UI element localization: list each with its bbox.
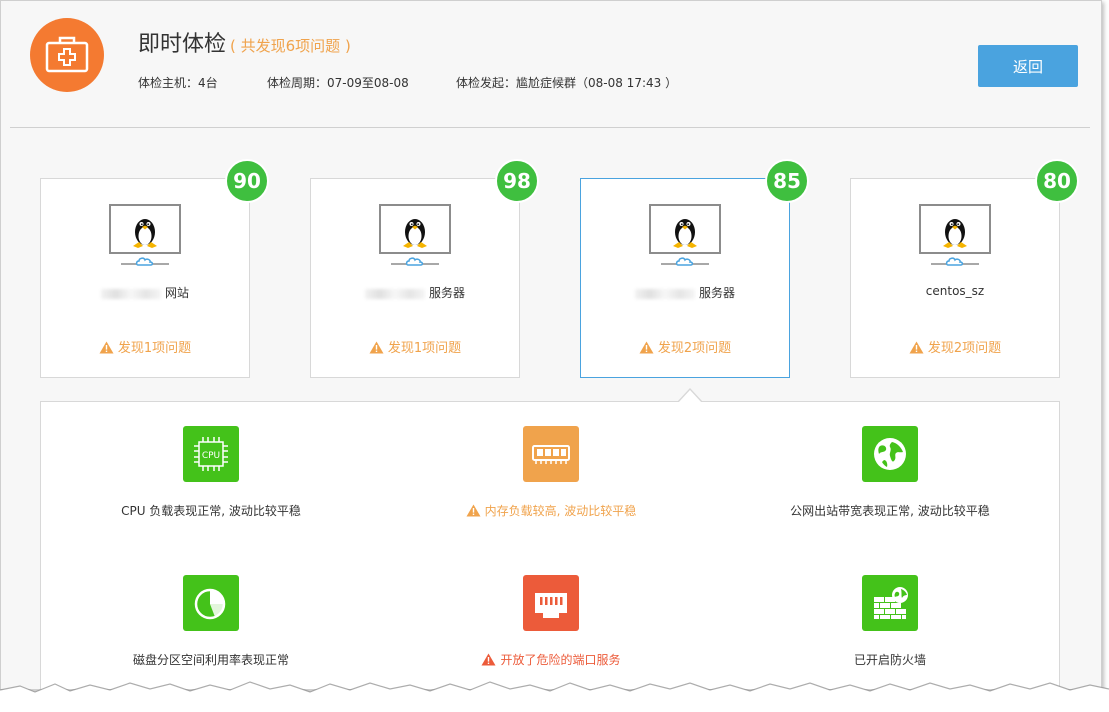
cpu-icon: CPU: [183, 426, 239, 482]
firewall-icon: [862, 575, 918, 631]
check-item-disk: 磁盘分区空间利用率表现正常: [61, 575, 361, 668]
torn-edge-decoration: [0, 681, 1109, 712]
linux-host-icon: [379, 204, 451, 274]
check-text-value: 开放了危险的端口服务: [500, 653, 621, 667]
network-port-icon: [523, 575, 579, 631]
header-divider: [10, 127, 1090, 128]
redacted-text: [364, 288, 425, 299]
check-text: 开放了危险的端口服务: [401, 651, 701, 669]
check-item-memory: 内存负载较高, 波动比较平稳: [401, 426, 701, 520]
pie-chart-icon: [183, 575, 239, 631]
host-name: centos_sz: [851, 284, 1059, 298]
cpu-chip-text: CPU: [202, 451, 220, 461]
check-item-cpu: CPU CPU 负载表现正常, 波动比较平稳: [61, 426, 361, 519]
host-card[interactable]: 98 服务器 发现1项问题: [310, 159, 539, 378]
check-item-firewall: 已开启防火墙: [740, 575, 1040, 668]
host-name: 服务器: [311, 284, 519, 301]
host-name-text: centos_sz: [925, 284, 985, 298]
host-issue-text: 发现1项问题: [387, 341, 462, 356]
redacted-text: [634, 288, 695, 299]
globe-icon: [862, 426, 918, 482]
warning-icon: [466, 504, 481, 520]
host-name-text: 服务器: [428, 286, 465, 300]
host-issue-count: 发现1项问题: [311, 337, 519, 358]
score-badge: 98: [495, 159, 539, 203]
check-text: 公网出站带宽表现正常, 波动比较平稳: [790, 504, 990, 518]
check-text: CPU 负载表现正常, 波动比较平稳: [121, 504, 301, 518]
score-badge: 85: [765, 159, 809, 203]
host-name: 服务器: [581, 284, 789, 301]
host-issue-count: 发现2项问题: [581, 337, 789, 358]
score-badge: 90: [225, 159, 269, 203]
selection-pointer-inner: [678, 390, 702, 403]
page-title-text: 即时体检: [138, 32, 227, 57]
host-name: 网站: [41, 284, 249, 301]
danger-icon: [481, 653, 496, 669]
host-card[interactable]: 90 网站 发现1项问题: [40, 159, 269, 378]
check-text: 磁盘分区空间利用率表现正常: [132, 653, 289, 667]
warning-icon: [369, 341, 384, 358]
health-check-window: 即时体检( 共发现6项问题 ) 体检主机：4台 体检周期：07-09至08-08…: [0, 0, 1102, 690]
check-item-bandwidth: 公网出站带宽表现正常, 波动比较平稳: [740, 426, 1040, 519]
host-card-selected[interactable]: 85 服务器 发现2项问题: [580, 159, 809, 378]
host-name-text: 网站: [164, 286, 189, 300]
back-button[interactable]: 返回: [978, 45, 1078, 87]
hosts-count-meta: 体检主机：4台: [138, 76, 218, 90]
initiator-meta: 体检发起：尴尬症候群（08-08 17:43 ）: [456, 76, 678, 90]
host-name-text: 服务器: [698, 286, 735, 300]
linux-host-icon: [109, 204, 181, 274]
host-issue-text: 发现2项问题: [927, 341, 1002, 356]
issue-summary: ( 共发现6项问题 ): [230, 37, 351, 55]
check-item-ports: 开放了危险的端口服务: [401, 575, 701, 669]
warning-icon: [639, 341, 654, 358]
check-detail-panel: CPU CPU 负载表现正常, 波动比较平稳 内存负载较高, 波动比较平稳 公网…: [40, 401, 1060, 689]
host-card[interactable]: 80 centos_sz 发现2项问题: [850, 159, 1079, 378]
linux-host-icon: [649, 204, 721, 274]
medical-kit-icon: [30, 18, 104, 92]
check-period-meta: 体检周期：07-09至08-08: [267, 76, 409, 90]
linux-host-icon: [919, 204, 991, 274]
memory-icon: [523, 426, 579, 482]
page-title: 即时体检( 共发现6项问题 ): [138, 26, 351, 58]
host-issue-count: 发现2项问题: [851, 337, 1059, 358]
host-issue-text: 发现2项问题: [657, 341, 732, 356]
check-text-value: 内存负载较高, 波动比较平稳: [484, 504, 637, 518]
warning-icon: [99, 341, 114, 358]
host-issue-text: 发现1项问题: [117, 341, 192, 356]
host-issue-count: 发现1项问题: [41, 337, 249, 358]
check-text: 内存负载较高, 波动比较平稳: [401, 502, 701, 520]
redacted-text: [100, 288, 161, 299]
score-badge: 80: [1035, 159, 1079, 203]
check-text: 已开启防火墙: [853, 653, 926, 667]
warning-icon: [909, 341, 924, 358]
